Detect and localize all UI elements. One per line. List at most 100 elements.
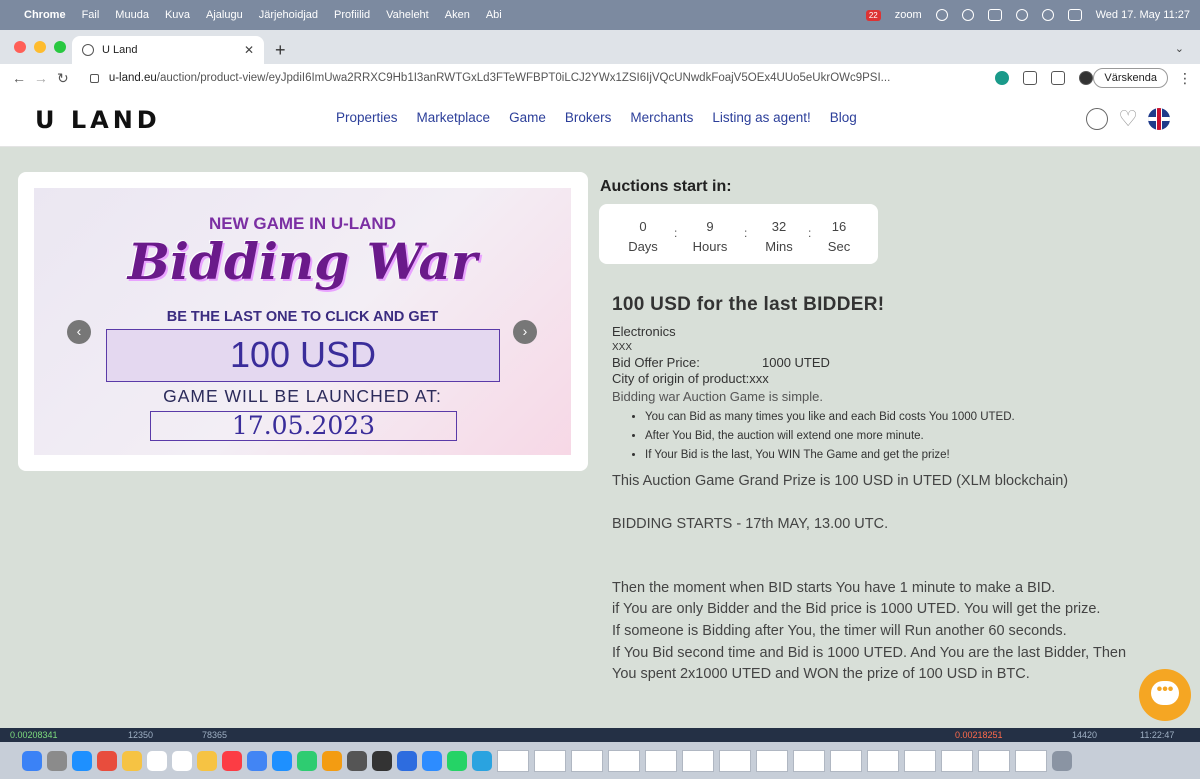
minimized-window-thumbnail[interactable] [830,749,862,772]
carousel-prev-button[interactable]: ‹ [67,320,91,344]
close-tab-icon[interactable]: ✕ [244,43,254,57]
ticker-time: 11:22:47 [1140,730,1175,740]
telegram-icon[interactable] [472,750,492,771]
close-window-button[interactable] [14,41,26,53]
browser-tab[interactable]: U Land ✕ [72,36,264,64]
menu-item[interactable]: Ajalugu [206,9,243,21]
pages-icon[interactable] [322,750,342,771]
chevron-down-icon[interactable]: ⌄ [1175,42,1184,55]
menu-item[interactable]: Abi [486,9,502,21]
site-logo[interactable]: U LAND [35,106,161,134]
minimized-window-thumbnail[interactable] [719,749,751,772]
chrome-icon[interactable] [247,750,267,771]
more-menu-icon[interactable]: ⋮ [1178,70,1192,87]
countdown-label: Mins [765,239,793,254]
menu-app-name[interactable]: Chrome [24,9,66,21]
zoom-status[interactable]: zoom [895,9,922,21]
game-app-icon[interactable] [372,750,392,771]
forward-arrow-icon[interactable]: → [30,70,52,86]
minimized-window-thumbnail[interactable] [608,749,640,772]
settings-icon[interactable] [347,750,367,771]
address-bar[interactable]: u-land.eu/auction/product-view/eyJpdiI6I… [84,67,982,89]
zoom-window-button[interactable] [54,41,66,53]
rule-item: You can Bid as many times you like and e… [645,408,1015,427]
wifi-icon[interactable] [1015,9,1028,21]
trash-icon[interactable] [1052,750,1072,771]
menu-item[interactable]: Fail [82,9,100,21]
calendar-badge[interactable]: 22 [865,9,881,21]
product-origin: City of origin of product:xxx [612,371,769,386]
minimized-window-thumbnail[interactable] [904,749,936,772]
numbers-icon[interactable] [297,750,317,771]
chat-widget-button[interactable]: ••• [1139,669,1191,721]
spotlight-search-icon[interactable] [1041,9,1054,21]
safari-icon[interactable] [72,750,92,771]
menu-item[interactable]: Muuda [115,9,149,21]
play-icon[interactable] [961,9,974,21]
menu-item[interactable]: Kuva [165,9,190,21]
notes-icon[interactable] [172,750,192,771]
music-icon[interactable] [222,750,242,771]
countdown-value: 9 [706,219,714,234]
countdown-label: Sec [827,239,851,254]
calendar-icon[interactable] [147,750,167,771]
minimized-window-thumbnail[interactable] [534,749,566,772]
rules-paragraph-line: Then the moment when BID starts You have… [612,580,1056,596]
mail-icon[interactable] [97,750,117,771]
new-tab-button[interactable]: + [275,40,286,61]
menu-item[interactable]: Aken [445,9,470,21]
profile-avatar-icon[interactable] [1079,71,1094,85]
browser-toolbar: ← → ↻ u-land.eu/auction/product-view/eyJ… [0,64,1200,92]
minimized-window-thumbnail[interactable] [756,749,788,772]
reload-icon[interactable]: ↻ [52,70,74,87]
zoom-icon[interactable] [422,750,442,771]
extension-icon[interactable] [995,71,1010,85]
photos-icon[interactable] [122,750,142,771]
menubar-clock[interactable]: Wed 17. May 11:27 [1096,9,1190,21]
bid-price-value: 1000 UTED [762,355,830,370]
status-icon[interactable] [935,9,948,21]
finder-icon[interactable] [22,750,42,771]
rule-item: If Your Bid is the last, You WIN The Gam… [645,446,1015,465]
minimized-window-thumbnail[interactable] [645,749,677,772]
minimized-window-thumbnail[interactable] [793,749,825,772]
control-center-icon[interactable] [1067,9,1082,21]
menu-item[interactable]: Vaheleht [386,9,429,21]
minimized-window-thumbnail[interactable] [867,749,899,772]
banner-heading: NEW GAME IN U-LAND [209,214,396,233]
minimized-window-thumbnail[interactable] [941,749,973,772]
menu-item[interactable]: Profiilid [334,9,370,21]
update-button[interactable]: Värskenda [1093,68,1168,88]
nav-link-merchants[interactable]: Merchants [630,110,693,125]
app-icon[interactable] [397,750,417,771]
minimized-window-thumbnail[interactable] [497,749,529,772]
countdown-label: Hours [692,239,728,254]
nav-link-brokers[interactable]: Brokers [565,110,612,125]
nav-link-game[interactable]: Game [509,110,546,125]
app-store-icon[interactable] [272,750,292,771]
sidebar-icon[interactable] [1051,71,1066,85]
battery-icon[interactable] [987,9,1002,21]
nav-link-properties[interactable]: Properties [336,110,398,125]
uk-flag-language-icon[interactable] [1148,108,1170,130]
launchpad-icon[interactable] [47,750,67,771]
back-arrow-icon[interactable]: ← [8,70,30,86]
heart-favorites-icon[interactable]: ♡ [1118,108,1138,130]
minimized-window-thumbnail[interactable] [682,749,714,772]
nav-link-marketplace[interactable]: Marketplace [417,110,491,125]
ticker-value: 78365 [202,730,228,740]
menu-item[interactable]: Järjehoidjad [259,9,318,21]
puzzle-icon[interactable] [1023,71,1038,85]
minimized-window-thumbnail[interactable] [571,749,603,772]
minimized-window-thumbnail[interactable] [1015,749,1047,772]
product-category: Electronics [612,324,676,339]
carousel-next-button[interactable]: › [513,320,537,344]
minimize-window-button[interactable] [34,41,46,53]
stickies-icon[interactable] [197,750,217,771]
lock-icon[interactable] [89,73,99,83]
nav-link-listing-agent[interactable]: Listing as agent! [712,110,810,125]
nav-link-blog[interactable]: Blog [830,110,857,125]
user-account-icon[interactable] [1086,108,1109,130]
whatsapp-icon[interactable] [447,750,467,771]
minimized-window-thumbnail[interactable] [978,749,1010,772]
